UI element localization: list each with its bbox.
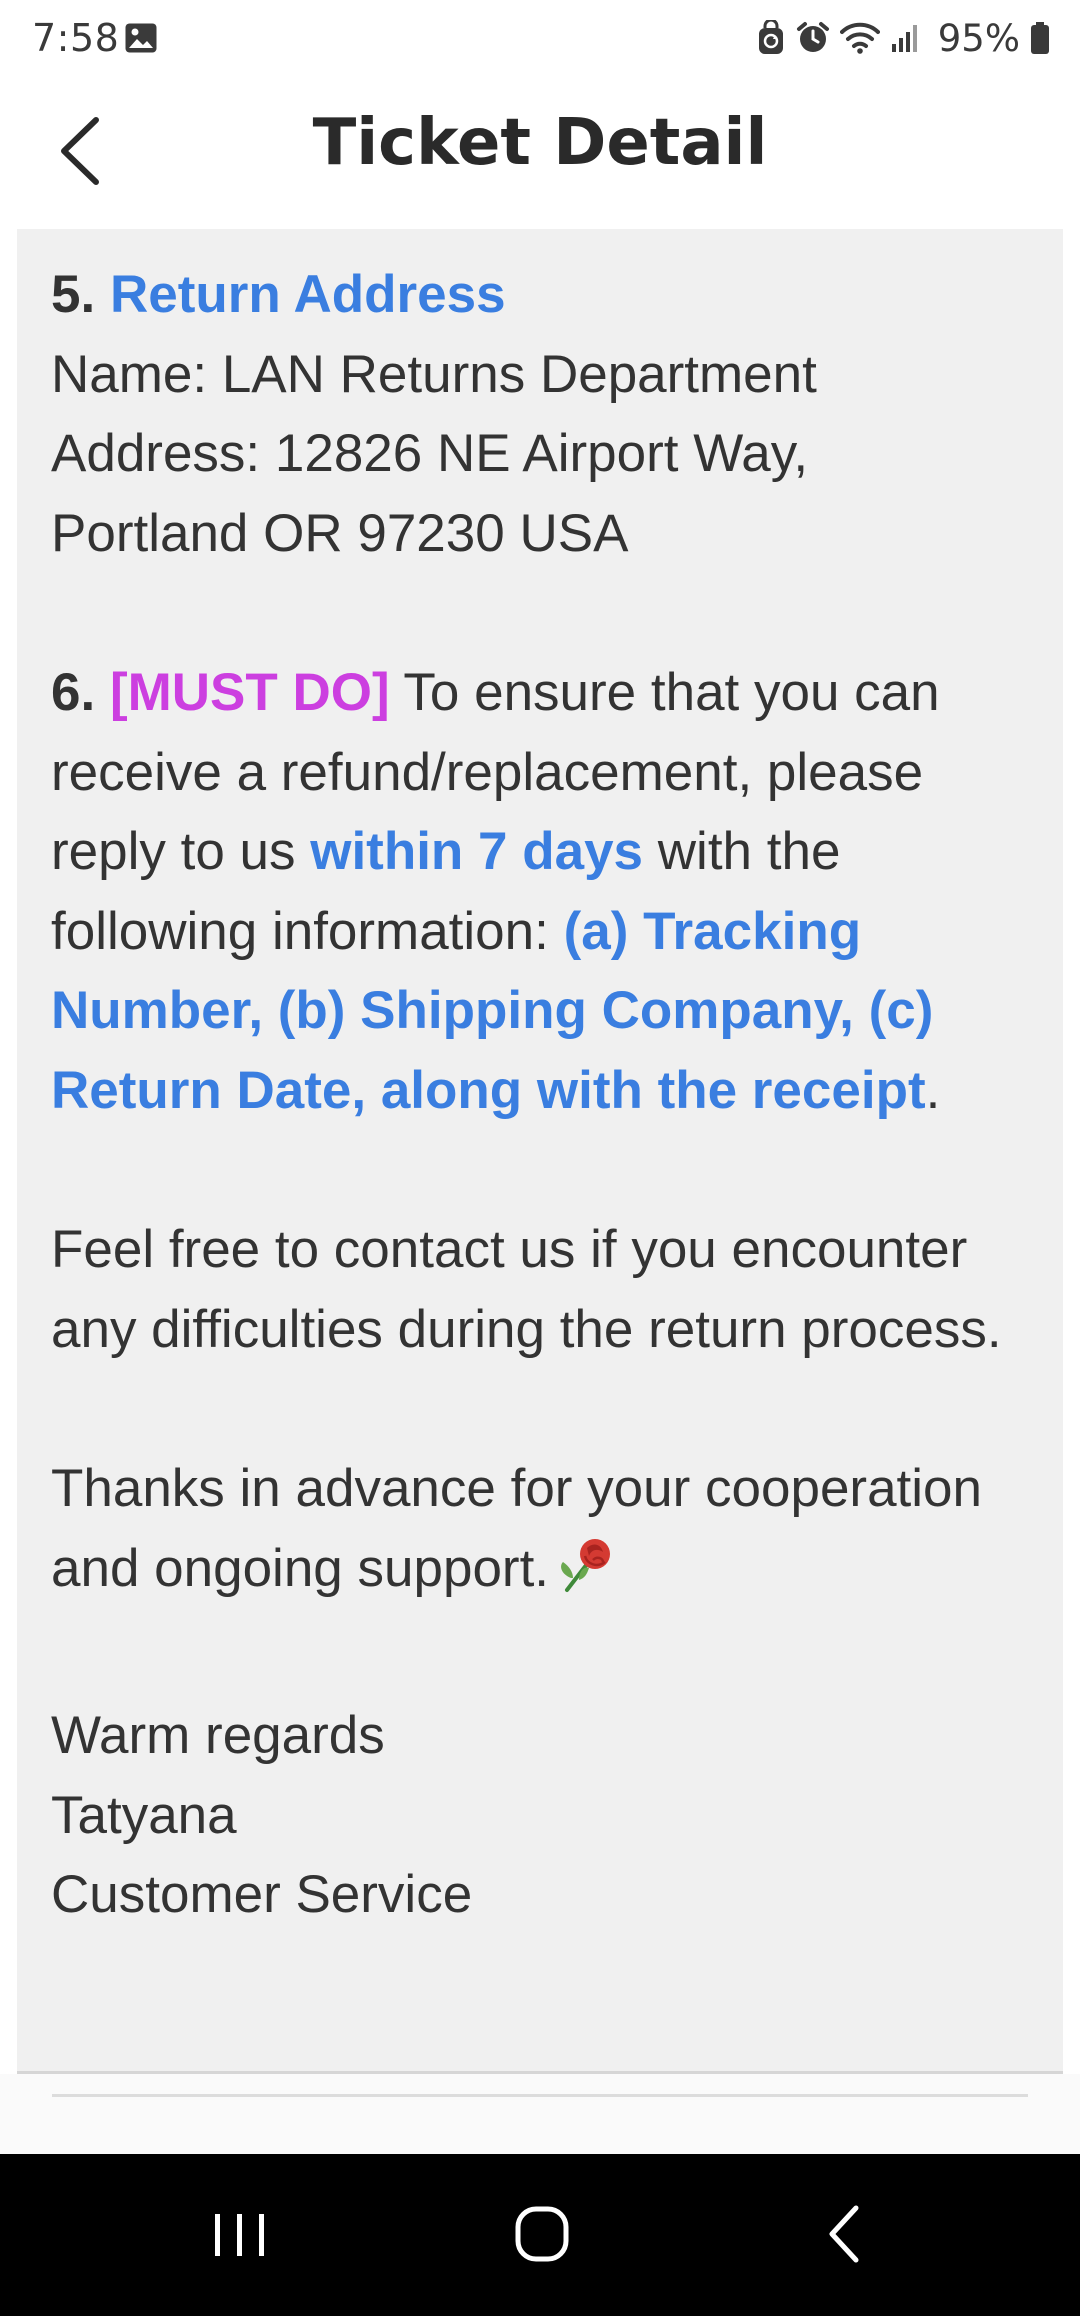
battery-percent: 95% (937, 16, 1020, 60)
thanks-paragraph: Thanks in advance for your cooperation a… (51, 1449, 1041, 1616)
reply-area (0, 2074, 1080, 2154)
recents-button[interactable] (195, 2194, 285, 2274)
must-do-tag: [MUST DO] (109, 663, 390, 722)
signoff-name: Tatyana (51, 1785, 237, 1845)
status-time: 7:58 (32, 16, 120, 60)
home-icon (515, 2206, 569, 2262)
signoff-regards: Warm regards (51, 1706, 385, 1765)
divider (52, 2094, 1028, 2097)
thanks-text: Thanks in advance for your cooperation a… (51, 1459, 982, 1598)
ticket-message-card: 5. Return Address Name: LAN Returns Depa… (17, 229, 1063, 2074)
ticket-message-body: 5. Return Address Name: LAN Returns Depa… (51, 255, 1041, 1935)
must-do-text-3: . (925, 1060, 941, 1120)
nav-back-button[interactable] (800, 2194, 890, 2274)
alarm-icon (796, 21, 830, 55)
recents-icon (215, 2214, 264, 2256)
signal-icon (890, 22, 922, 54)
deadline-highlight: within 7 days (310, 822, 644, 881)
wifi-icon (839, 22, 880, 54)
return-address-line2: Portland OR 97230 USA (51, 503, 629, 563)
app-header: Ticket Detail (0, 76, 1080, 228)
status-icons: 95% (756, 16, 1050, 60)
sync-lock-icon (756, 20, 786, 56)
return-name-line: Name: LAN Returns Department (51, 344, 817, 404)
contact-paragraph: Feel free to contact us if you encounter… (51, 1220, 1002, 1359)
status-bar: 7:58 95% (0, 0, 1080, 76)
return-address-heading: Return Address (109, 265, 506, 324)
signoff-role: Customer Service (51, 1865, 473, 1924)
rose-icon (557, 1534, 615, 1617)
page-title: Ticket Detail (312, 106, 768, 180)
must-do-paragraph: 6. [MUST DO] To ensure that you can rece… (51, 653, 1041, 1130)
return-address-heading-line: 5. Return Address (51, 255, 1041, 335)
home-button[interactable] (497, 2194, 587, 2274)
section-number: 6. (51, 663, 96, 722)
system-navigation-bar (0, 2154, 1080, 2316)
battery-icon (1030, 21, 1050, 55)
section-number: 5. (51, 265, 96, 324)
return-address-line1: Address: 12826 NE Airport Way, (51, 424, 809, 483)
back-icon (829, 2205, 859, 2263)
gallery-icon (124, 22, 158, 58)
